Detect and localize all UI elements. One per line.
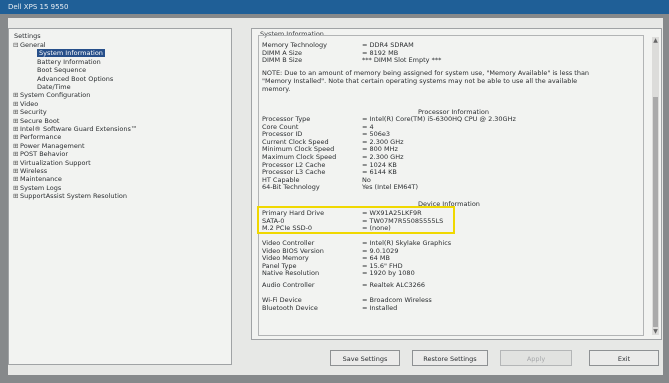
tree-item-date-time[interactable]: Date/Time <box>37 83 71 91</box>
info-value: = Intel(R) Core(TM) i5-6300HQ CPU @ 2.30… <box>362 115 516 123</box>
expand-icon[interactable]: ⊞ <box>13 175 20 183</box>
tree-item-label: Advanced Boot Options <box>37 74 114 83</box>
restore-settings-button[interactable]: Restore Settings <box>412 350 488 366</box>
scroll-thumb[interactable] <box>653 97 658 327</box>
tree-item-label: Virtualization Support <box>20 158 91 167</box>
tree-item-label: Power Management <box>20 141 85 150</box>
tree-item-battery-information[interactable]: Battery Information <box>37 58 101 66</box>
save-settings-button[interactable]: Save Settings <box>330 350 400 366</box>
tree-item-label: System Configuration <box>20 91 91 100</box>
expand-icon[interactable]: ⊞ <box>13 108 20 116</box>
apply-button[interactable]: Apply <box>500 350 572 366</box>
tree-item-advanced-boot-options[interactable]: Advanced Boot Options <box>37 75 113 83</box>
info-value: Yes (Intel EM64T) <box>362 183 419 192</box>
expand-icon[interactable]: ⊞ <box>13 91 20 99</box>
tree-item-virtualization-support[interactable]: ⊞ Virtualization Support <box>13 159 91 167</box>
memory-note: NOTE: Due to an amount of memory being a… <box>262 69 590 93</box>
expand-icon[interactable]: ⊞ <box>13 100 20 108</box>
tree-item-security[interactable]: ⊞ Security <box>13 108 47 116</box>
expand-icon[interactable]: ⊞ <box>13 184 20 192</box>
expand-icon[interactable]: ⊞ <box>13 133 20 141</box>
tree-item-label: Date/Time <box>37 83 71 91</box>
tree-item-label: System Information <box>37 49 105 58</box>
expand-icon[interactable]: ⊞ <box>13 150 20 158</box>
drive-highlight-box <box>257 206 455 234</box>
tree-item-label: Maintenance <box>20 175 62 184</box>
expand-icon[interactable]: ⊞ <box>13 142 20 150</box>
tree-item-supportassist-system-resolution[interactable]: ⊞ SupportAssist System Resolution <box>13 192 127 200</box>
screen-frame: Dell XPS 15 9550 Settings ⊟ General System… <box>0 0 669 383</box>
tree-item-general[interactable]: ⊟ General <box>13 41 46 49</box>
tree-item-label: POST Behavior <box>20 150 69 159</box>
tree-item-performance[interactable]: ⊞ Performance <box>13 133 61 141</box>
settings-tree-title: Settings <box>14 32 41 40</box>
info-key: Native Resolution <box>262 269 320 278</box>
tree-item-label: Battery Information <box>37 57 101 66</box>
tree-item-label: Video <box>20 99 39 108</box>
expand-icon[interactable]: ⊞ <box>13 125 20 133</box>
tree-item-secure-boot[interactable]: ⊞ Secure Boot <box>13 117 59 125</box>
tree-item-system-logs[interactable]: ⊞ System Logs <box>13 184 61 192</box>
window-title: Dell XPS 15 9550 <box>0 0 669 14</box>
tree-item-label: Security <box>20 108 47 117</box>
tree-item-system-configuration[interactable]: ⊞ System Configuration <box>13 91 90 99</box>
scroll-down-icon[interactable]: ▼ <box>652 328 659 335</box>
collapse-icon[interactable]: ⊟ <box>13 41 20 49</box>
tree-item-wireless[interactable]: ⊞ Wireless <box>13 167 47 175</box>
info-value: = Realtek ALC3266 <box>362 281 426 289</box>
expand-icon[interactable]: ⊞ <box>13 159 20 167</box>
tree-item-power-management[interactable]: ⊞ Power Management <box>13 142 85 150</box>
tree-item-label: Intel® Software Guard Extensions™ <box>20 125 138 133</box>
info-key: DIMM B Size <box>262 56 303 65</box>
tree-item-intel-software-guard-extensions[interactable]: ⊞ Intel® Software Guard Extensions™ <box>13 125 137 133</box>
tree-item-system-information[interactable]: System Information <box>37 49 105 58</box>
info-value: = 1920 by 1080 <box>362 269 415 278</box>
info-value: = Installed <box>362 303 398 312</box>
tree-item-label: Wireless <box>20 167 48 175</box>
tree-item-label: Secure Boot <box>20 116 60 125</box>
info-key: Bluetooth Device <box>262 303 318 312</box>
tree-item-label: System Logs <box>20 183 62 192</box>
info-value: *** DIMM Slot Empty *** <box>362 56 442 65</box>
tree-item-label: Boot Sequence <box>37 66 87 75</box>
tree-item-label: SupportAssist System Resolution <box>20 192 127 201</box>
tree-item-post-behavior[interactable]: ⊞ POST Behavior <box>13 150 68 158</box>
info-key: 64-Bit Technology <box>262 183 320 192</box>
exit-button[interactable]: Exit <box>589 350 659 366</box>
expand-icon[interactable]: ⊞ <box>13 167 20 175</box>
tree-item-maintenance[interactable]: ⊞ Maintenance <box>13 175 62 183</box>
info-key: Audio Controller <box>262 281 315 289</box>
settings-tree: Settings ⊟ General System Information Batte… <box>8 28 232 365</box>
tree-item-video[interactable]: ⊞ Video <box>13 100 38 108</box>
tree-item-boot-sequence[interactable]: Boot Sequence <box>37 66 86 74</box>
tree-item-label: General <box>20 41 46 49</box>
tree-item-label: Performance <box>20 133 62 142</box>
expand-icon[interactable]: ⊞ <box>13 117 20 125</box>
info-scrollbar[interactable]: ▲ ▼ <box>652 37 659 335</box>
scroll-up-icon[interactable]: ▲ <box>652 37 659 44</box>
expand-icon[interactable]: ⊞ <box>13 192 20 200</box>
